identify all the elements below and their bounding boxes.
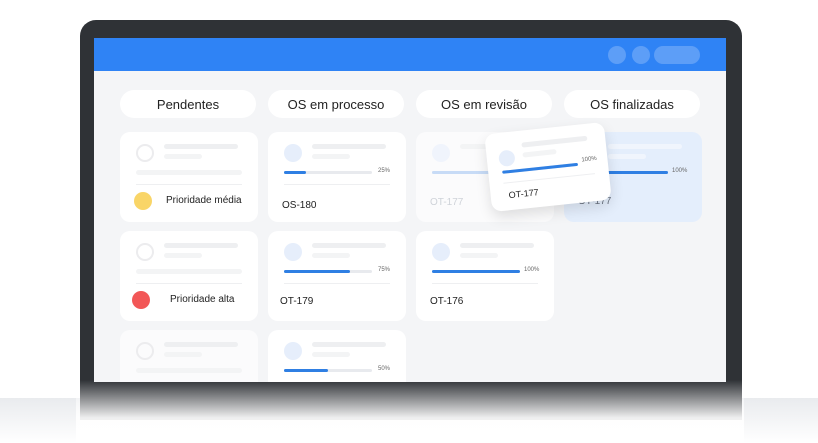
- placeholder-line: [312, 342, 386, 347]
- column-header-label: OS em processo: [287, 96, 385, 112]
- placeholder-line: [136, 170, 242, 175]
- order-code: OT-176: [430, 296, 464, 307]
- progress-fill: [284, 270, 350, 273]
- progress-fill: [284, 369, 328, 372]
- priority-dot: [134, 192, 152, 210]
- card-divider: [136, 184, 242, 185]
- order-code: OS-180: [282, 200, 317, 211]
- progress-track: [284, 270, 372, 273]
- pending-card[interactable]: [120, 330, 258, 382]
- laptop-mockup: Pendentes OS em processo OS em revisão O…: [0, 0, 818, 443]
- placeholder-avatar: [284, 243, 302, 261]
- column-header-em-processo[interactable]: OS em processo: [268, 90, 404, 118]
- column-header-label: OS finalizadas: [590, 96, 674, 112]
- progress-fill: [502, 162, 579, 174]
- placeholder-line: [608, 144, 682, 149]
- pending-card[interactable]: Prioridade alta: [120, 231, 258, 321]
- column-header-finalizadas[interactable]: OS finalizadas: [564, 90, 700, 118]
- card-divider: [432, 283, 538, 284]
- process-card[interactable]: 25% OS-180: [268, 132, 406, 222]
- review-card[interactable]: 100% OT-176: [416, 231, 554, 321]
- placeholder-avatar: [432, 243, 450, 261]
- card-divider: [503, 173, 596, 184]
- placeholder-line: [164, 342, 238, 347]
- placeholder-line: [522, 149, 557, 158]
- placeholder-line: [312, 154, 350, 159]
- priority-label: Prioridade alta: [170, 294, 235, 305]
- placeholder-line: [521, 135, 588, 148]
- card-divider: [284, 184, 390, 185]
- priority-dot: [132, 291, 150, 309]
- order-code: OT-177: [508, 187, 540, 201]
- placeholder-avatar: [136, 144, 154, 162]
- column-header-label: Pendentes: [156, 96, 220, 112]
- process-card[interactable]: 75% OT-179: [268, 231, 406, 321]
- placeholder-line: [460, 253, 498, 258]
- placeholder-line: [312, 253, 350, 258]
- placeholder-line: [136, 368, 242, 373]
- order-code: OT-177: [430, 197, 464, 208]
- toolbar-circle-button[interactable]: [632, 46, 650, 64]
- toolbar-circle-button[interactable]: [608, 46, 626, 64]
- process-card[interactable]: 50%: [268, 330, 406, 382]
- placeholder-line: [460, 243, 534, 248]
- progress-fill: [432, 270, 520, 273]
- placeholder-line: [136, 269, 242, 274]
- placeholder-avatar: [284, 144, 302, 162]
- placeholder-line: [312, 243, 386, 248]
- placeholder-line: [164, 154, 202, 159]
- placeholder-line: [164, 253, 202, 258]
- placeholder-line: [164, 352, 202, 357]
- placeholder-avatar: [136, 243, 154, 261]
- column-header-label: OS em revisão: [441, 96, 527, 112]
- priority-label: Prioridade média: [166, 195, 242, 206]
- progress-percent: 100%: [581, 155, 598, 164]
- placeholder-avatar: [498, 149, 516, 168]
- laptop-reflection: [76, 380, 744, 443]
- progress-track: [502, 162, 579, 174]
- placeholder-avatar: [284, 342, 302, 360]
- placeholder-line: [312, 144, 386, 149]
- progress-track: [432, 270, 520, 273]
- progress-fill: [284, 171, 306, 174]
- toolbar-pill-button[interactable]: [654, 46, 700, 64]
- progress-percent: 100%: [524, 267, 540, 273]
- pending-card[interactable]: Prioridade média: [120, 132, 258, 222]
- app-screen: Pendentes OS em processo OS em revisão O…: [94, 38, 726, 382]
- progress-percent: 75%: [378, 267, 391, 273]
- dragged-card[interactable]: 100% OT-177: [484, 121, 612, 213]
- placeholder-avatar: [136, 342, 154, 360]
- order-code: OT-179: [280, 296, 314, 307]
- progress-percent: 50%: [378, 366, 391, 372]
- placeholder-line: [312, 352, 350, 357]
- progress-track: [284, 171, 372, 174]
- column-header-em-revisao[interactable]: OS em revisão: [416, 90, 552, 118]
- progress-percent: 25%: [378, 168, 391, 174]
- progress-percent: 100%: [672, 168, 688, 174]
- card-divider: [284, 283, 390, 284]
- placeholder-avatar: [432, 144, 450, 162]
- placeholder-line: [164, 144, 238, 149]
- column-header-pendentes[interactable]: Pendentes: [120, 90, 256, 118]
- card-divider: [136, 283, 242, 284]
- top-bar: [94, 38, 726, 71]
- placeholder-line: [608, 154, 646, 159]
- placeholder-line: [164, 243, 238, 248]
- progress-track: [284, 369, 372, 372]
